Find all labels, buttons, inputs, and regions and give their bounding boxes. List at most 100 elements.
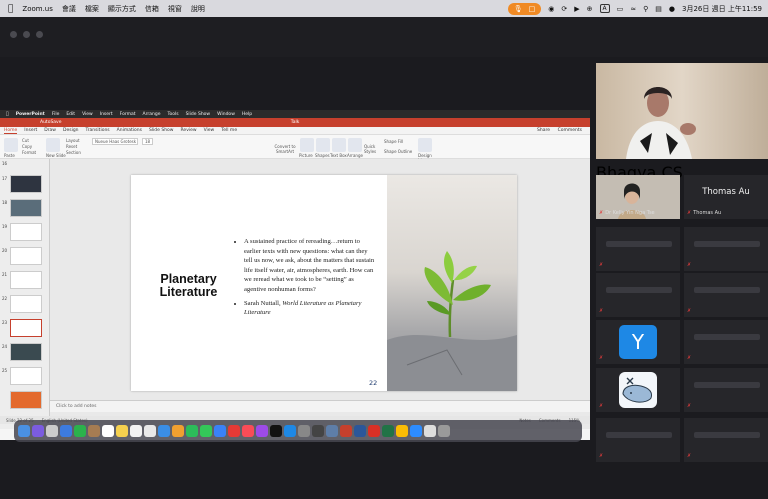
- fullscreen-button[interactable]: [36, 31, 43, 38]
- minimize-button[interactable]: [23, 31, 30, 38]
- siri-app-icon: [32, 425, 44, 437]
- thumb-number: 25: [2, 368, 8, 373]
- participant-tile[interactable]: Thomas Au ✗ Thomas Au: [684, 175, 768, 219]
- thumb-number: 21: [2, 272, 8, 277]
- paste-label: Paste: [4, 153, 15, 158]
- layout-label: Layout: [66, 138, 80, 143]
- notes-app-icon: [116, 425, 128, 437]
- participant-tile[interactable]: ✗: [684, 320, 768, 364]
- video-icon[interactable]: ◉: [548, 5, 554, 13]
- participant-tile[interactable]: ✗: [596, 273, 680, 317]
- apple-icon: : [6, 112, 9, 117]
- participant-name-tag: ✗: [687, 308, 691, 314]
- blurred-name: [694, 382, 760, 388]
- menu-file[interactable]: 檔案: [85, 4, 99, 14]
- participant-name-tag: ✗: [599, 262, 603, 268]
- thumb-number: 20: [2, 248, 8, 253]
- shapes-label: Shapes: [315, 153, 330, 158]
- participant-tile[interactable]: ✗: [596, 227, 680, 271]
- contacts-icon: [88, 425, 100, 437]
- ppt-menu-slideshow: Slide Show: [182, 111, 211, 117]
- apple-icon[interactable]: : [8, 4, 13, 14]
- zoom-recording-pill[interactable]: 🎙 □: [507, 2, 542, 15]
- menu-view[interactable]: 顯示方式: [108, 4, 136, 14]
- numbers-icon: [200, 425, 212, 437]
- search-icon[interactable]: ⚲: [643, 5, 648, 13]
- slide-thumbnail: [10, 175, 42, 193]
- ppt-menubar:  PowerPoint File Edit View Insert Forma…: [0, 110, 590, 118]
- slide-thumbnail-selected: [10, 319, 42, 337]
- participant-tile[interactable]: ✗: [596, 368, 680, 412]
- avatar-image: [619, 372, 657, 408]
- participant-name-tag: ✗: [687, 403, 691, 409]
- blurred-name: [606, 241, 672, 247]
- ppt-ribbon-tabs: Home Insert Draw Design Transitions Anim…: [0, 127, 590, 135]
- autosave-label: AutoSave: [40, 120, 62, 125]
- participant-tile[interactable]: ✗: [596, 418, 680, 462]
- whale-cartoon: [622, 377, 652, 403]
- slide-number: 22: [369, 379, 378, 387]
- muted-microphone-icon: ✗: [599, 453, 604, 459]
- slide-thumbnail: [10, 199, 42, 217]
- menu-meeting[interactable]: 會議: [62, 4, 76, 14]
- control-center-icon[interactable]: ▤: [655, 5, 662, 13]
- tab-view: View: [203, 128, 215, 133]
- picture-icon: [300, 138, 314, 152]
- ppt-menu-help: Help: [239, 111, 252, 117]
- input-method-indicator[interactable]: A: [599, 4, 610, 13]
- ppt-titlebar: AutoSave Talk: [0, 118, 590, 127]
- participant-tile[interactable]: ✗: [684, 418, 768, 462]
- muted-microphone-icon: ✗: [687, 453, 692, 459]
- slide-thumbnail: [10, 295, 42, 313]
- play-icon[interactable]: ▶: [574, 5, 579, 13]
- slide-thumbnail: [10, 391, 42, 409]
- excel-icon: [382, 425, 394, 437]
- zoom-app-icon: [410, 425, 422, 437]
- menu-window[interactable]: 視窗: [168, 4, 182, 14]
- share-button: Share: [537, 128, 550, 133]
- shapes-icon: [316, 138, 330, 152]
- powerpoint-icon: [340, 425, 352, 437]
- format-label: Format: [22, 150, 37, 155]
- muted-microphone-icon: ✗: [687, 210, 692, 216]
- participant-tile[interactable]: ✗: [684, 368, 768, 412]
- participant-tile[interactable]: ✗: [684, 227, 768, 271]
- thumb-number: 24: [2, 344, 8, 349]
- menubar-clock[interactable]: 3月26日 週日 上午11:59: [682, 4, 762, 14]
- siri-icon[interactable]: ●: [669, 5, 675, 13]
- preview-icon: [326, 425, 338, 437]
- ppt-menu-arrange: Arrange: [139, 111, 161, 117]
- active-speaker-video[interactable]: Bhagya CS: [596, 63, 768, 182]
- participant-name-tag: ✗: [599, 308, 603, 314]
- screen-share-icon: □: [528, 4, 536, 13]
- slide-thumbnail: [10, 343, 42, 361]
- tab-design: Design: [62, 128, 79, 133]
- podcasts-icon: [256, 425, 268, 437]
- tab-slideshow: Slide Show: [148, 128, 174, 133]
- participant-tile[interactable]: ✗ Dr Kelly Yin Nga Tse: [596, 175, 680, 219]
- menu-help[interactable]: 說明: [191, 4, 205, 14]
- tab-draw: Draw: [44, 128, 56, 133]
- participant-name-tag: ✗: [599, 403, 603, 409]
- participant-display-name: Thomas Au: [702, 187, 750, 197]
- participant-tile[interactable]: Y ✗: [596, 320, 680, 364]
- text-box-icon: [332, 138, 346, 152]
- muted-microphone-icon: ✗: [687, 308, 692, 314]
- menu-mail[interactable]: 信箱: [145, 4, 159, 14]
- quick-styles-label: Quick Styles: [364, 144, 377, 154]
- blurred-name: [606, 287, 672, 293]
- participant-tile[interactable]: ✗: [684, 273, 768, 317]
- sync-icon[interactable]: ⟳: [561, 5, 567, 13]
- battery-icon[interactable]: ▭: [617, 5, 624, 13]
- comments-button: Comments: [557, 128, 582, 133]
- wifi-icon[interactable]: ≈: [630, 5, 636, 13]
- plus-circle-icon[interactable]: ⊕: [587, 5, 593, 13]
- close-button[interactable]: [10, 31, 17, 38]
- participant-name-tag: ✗ Dr Kelly Yin Nga Tse: [599, 210, 655, 216]
- slide-bullet-citation: Sarah Nuttall, World Literature as Plane…: [244, 299, 375, 318]
- word-icon: [354, 425, 366, 437]
- tab-transitions: Transitions: [85, 128, 110, 133]
- muted-microphone-icon: ✗: [687, 262, 692, 268]
- documents-icon: [424, 425, 436, 437]
- menu-zoom[interactable]: Zoom.us: [22, 5, 53, 13]
